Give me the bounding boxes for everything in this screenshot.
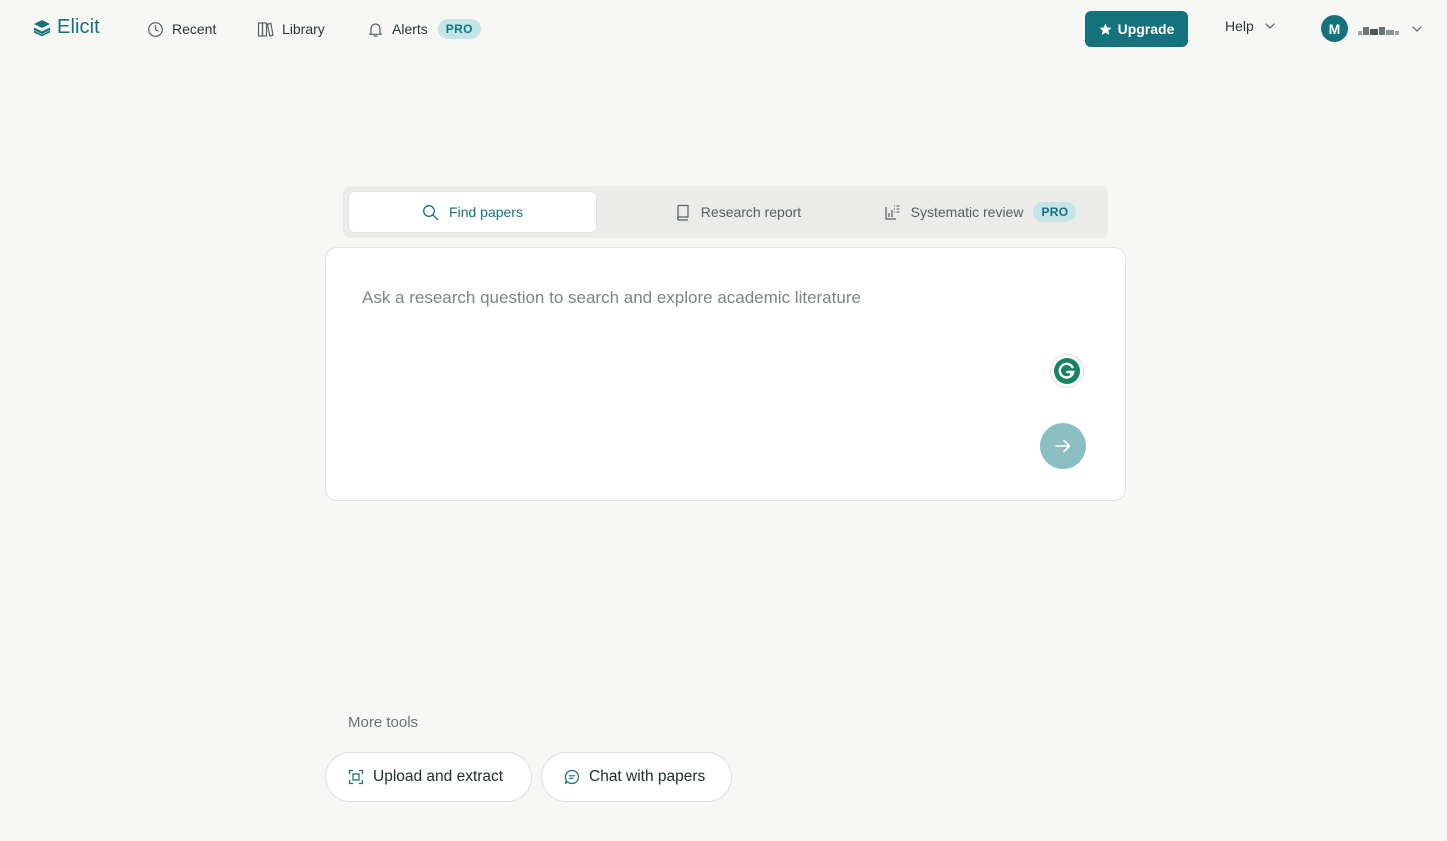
nav-library-label: Library [282,21,325,37]
elicit-logo[interactable]: Elicit [33,16,100,39]
chevron-down-icon [1411,23,1423,35]
account-menu[interactable]: M [1321,15,1423,42]
tab-systematic-review[interactable]: Systematic review PRO [880,192,1080,232]
chat-with-papers-button[interactable]: Chat with papers [541,752,732,802]
upload-and-extract-button[interactable]: Upload and extract [325,752,532,802]
star-icon [1099,23,1112,36]
tab-systematic-review-label: Systematic review [910,204,1024,220]
book-icon [675,204,691,221]
bell-icon [367,21,384,38]
submit-button[interactable] [1040,423,1086,469]
upgrade-button[interactable]: Upgrade [1085,11,1188,47]
clock-icon [147,21,164,38]
tab-research-report[interactable]: Research report [648,192,828,232]
username-redacted [1358,23,1399,35]
search-card [325,247,1126,501]
scan-icon [348,769,364,785]
tab-find-papers[interactable]: Find papers [349,192,596,232]
arrow-right-icon [1053,436,1073,456]
list-chart-icon [884,204,901,221]
tab-research-report-label: Research report [700,204,802,220]
books-icon [257,21,274,38]
elicit-logo-icon [33,19,51,37]
pro-badge: PRO [1033,202,1077,222]
upload-and-extract-label: Upload and extract [373,768,504,785]
tab-find-papers-label: Find papers [449,204,523,220]
upgrade-label: Upgrade [1117,21,1175,37]
search-icon [422,204,439,221]
nav-recent[interactable]: Recent [147,18,216,40]
more-tools-heading: More tools [348,714,419,731]
nav-library[interactable]: Library [257,18,325,40]
top-navigation: Elicit Recent Library Alerts PRO Upgrade… [0,0,1447,58]
avatar: M [1321,15,1348,42]
help-label: Help [1225,18,1254,34]
help-menu[interactable]: Help [1225,18,1276,34]
app-name: Elicit [57,16,100,38]
search-input[interactable] [362,286,1062,310]
chevron-down-icon [1264,20,1276,32]
nav-alerts[interactable]: Alerts PRO [367,18,481,40]
chat-with-papers-label: Chat with papers [589,768,706,785]
nav-recent-label: Recent [172,21,217,37]
nav-alerts-label: Alerts [392,21,428,37]
grammarly-button[interactable] [1050,354,1084,388]
chat-bubble-icon [564,769,580,785]
grammarly-icon [1053,357,1081,385]
pro-badge: PRO [437,19,481,39]
mode-tabs: Find papers Research report Systematic r… [343,186,1108,238]
